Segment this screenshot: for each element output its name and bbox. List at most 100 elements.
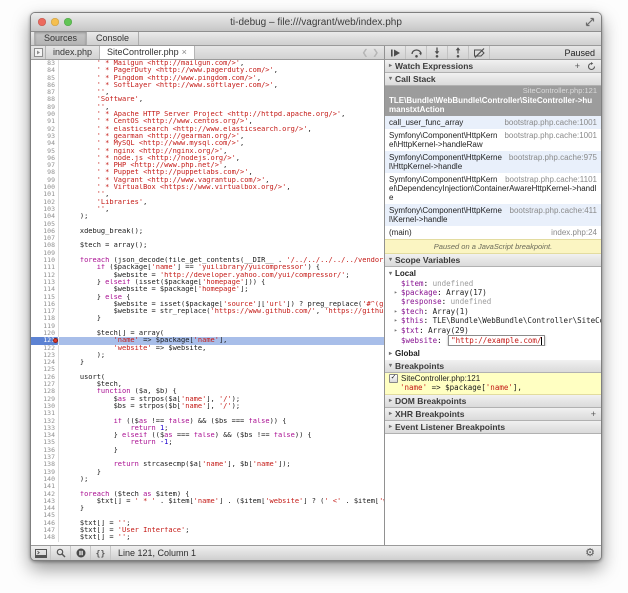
code-line-96: 96 ' * node.js <http://nodejs.org/>', [31, 155, 384, 162]
chevron-right-icon: ▸ [389, 395, 392, 407]
code-line-101: 101 '', [31, 191, 384, 198]
status-bar: {} Line 121, Column 1 ⚙ [31, 545, 601, 560]
code-line-144: 144 } [31, 505, 384, 512]
close-tab-icon[interactable]: × [182, 46, 187, 59]
breakpoints-list: ✓SiteController.php:121'name' => $packag… [385, 373, 601, 395]
scope-variables-list: ▾Local$item: undefined▸$package: Array(1… [385, 267, 601, 361]
frame-function: TLE\Bundle\WebBundle\Controller\SiteCont… [389, 96, 597, 114]
resume-icon[interactable] [385, 46, 406, 59]
code-line-88: 88 'Software', [31, 96, 384, 103]
section-call-stack[interactable]: ▾ Call Stack [385, 73, 601, 86]
call-stack-frame-selected[interactable]: SiteController.php:121 TLE\Bundle\WebBun… [385, 86, 601, 116]
step-into-icon[interactable] [427, 46, 448, 59]
scope-variable: $response: undefined [385, 297, 601, 306]
chevron-down-icon: ▾ [389, 254, 392, 266]
scope-group-local[interactable]: ▾Local [385, 268, 601, 279]
code-line-91: 91 ' * CentOS <http://www.centos.org/>', [31, 118, 384, 125]
navigator-toggle-icon[interactable] [31, 46, 46, 59]
scope-group-global[interactable]: ▸Global [385, 348, 601, 359]
code-line-98: 98 ' * Puppet <http://puppetlabs.com/>', [31, 169, 384, 176]
code-line-145: 145 [31, 512, 384, 519]
tab-console[interactable]: Console [87, 32, 139, 45]
code-line-129: 129 $as = strpos($a['name'], '/'); [31, 396, 384, 403]
title-bar[interactable]: ti-debug – file:///vagrant/web/index.php [31, 13, 601, 32]
code-line-142: 142 foreach ($tech as $item) { [31, 491, 384, 498]
pretty-print-icon[interactable]: {} [91, 546, 111, 560]
section-event-listener-breakpoints[interactable]: ▸ Event Listener Breakpoints [385, 421, 601, 434]
breakpoint-checkbox[interactable]: ✓ [389, 374, 398, 383]
code-line-124: 124 } [31, 359, 384, 366]
section-xhr-breakpoints[interactable]: ▸ XHR Breakpoints + [385, 408, 601, 421]
line-number[interactable]: 148 [31, 534, 59, 541]
scope-variable[interactable]: ▸$txt: Array(29) [385, 326, 601, 335]
line-number[interactable]: 121 [31, 337, 59, 344]
code-line-85: 85 ' * Pingdom <http://www.pingdom.com/>… [31, 75, 384, 82]
code-line-113: 113 } elseif (isset($package['homepage']… [31, 279, 384, 286]
chevron-right-icon: ▸ [389, 350, 392, 357]
file-tab-sitecontroller[interactable]: SiteController.php × [100, 46, 195, 59]
chevron-right-icon: ▸ [389, 421, 392, 433]
chevron-down-icon: ▾ [389, 360, 392, 372]
call-stack-frame[interactable]: bootstrap.php.cache:1001call_user_func_a… [385, 116, 601, 129]
step-out-icon[interactable] [448, 46, 469, 59]
minimize-icon[interactable] [51, 18, 59, 26]
tab-scroll-right-icon[interactable]: ❯ [372, 48, 379, 57]
code-line-112: 112 $website = 'http://developer.yahoo.c… [31, 272, 384, 279]
inspector-window: ti-debug – file:///vagrant/web/index.php… [30, 12, 602, 561]
breakpoint-entry[interactable]: ✓SiteController.php:121'name' => $packag… [385, 373, 601, 395]
search-icon[interactable] [51, 546, 71, 560]
call-stack-frame[interactable]: index.php:24(main) [385, 226, 601, 239]
add-watch-icon[interactable]: + [575, 60, 580, 72]
section-breakpoints[interactable]: ▾ Breakpoints [385, 360, 601, 373]
traffic-lights [31, 18, 72, 26]
code-line-99: 99 ' * Vagrant <http://www.vagrantup.com… [31, 177, 384, 184]
console-drawer-icon[interactable] [31, 546, 51, 560]
call-stack-frame[interactable]: bootstrap.php.cache:1001Symfony\Componen… [385, 129, 601, 151]
code-line-90: 90 ' * Apache HTTP Server Project <http:… [31, 111, 384, 118]
call-stack-frame[interactable]: bootstrap.php.cache:411Symfony\Component… [385, 204, 601, 226]
code-line-87: 87 '', [31, 89, 384, 96]
tab-scroll-left-icon[interactable]: ❮ [362, 48, 369, 57]
debugger-sidebar: ▸ Watch Expressions + ▾ Call Stack SiteC… [384, 60, 601, 545]
variable-value-editor[interactable]: "http://example.com/ [448, 335, 545, 346]
section-scope-variables[interactable]: ▾ Scope Variables [385, 254, 601, 267]
code-line-97: 97 ' * PHP <http://www.php.net/>', [31, 162, 384, 169]
code-line-128: 128 function ($a, $b) { [31, 388, 384, 395]
deactivate-breakpoints-icon[interactable] [469, 46, 490, 59]
section-watch-expressions[interactable]: ▸ Watch Expressions + [385, 60, 601, 73]
code-line-102: 102 'Libraries', [31, 199, 384, 206]
chevron-right-icon: ▸ [394, 326, 401, 335]
call-stack-frame[interactable]: bootstrap.php.cache:1101Symfony\Componen… [385, 173, 601, 204]
scope-variable: $item: undefined [385, 279, 601, 288]
code-line-117: 117 $website = str_replace('https://www.… [31, 308, 384, 315]
refresh-icon[interactable] [587, 62, 596, 71]
gear-icon[interactable]: ⚙ [585, 548, 601, 558]
step-over-icon[interactable] [406, 46, 427, 59]
code-line-109: 109 [31, 250, 384, 257]
zoom-icon[interactable] [64, 18, 72, 26]
code-line-92: 92 ' * elasticsearch <http://www.elastic… [31, 126, 384, 133]
chevron-down-icon: ▾ [389, 270, 392, 277]
tab-sources[interactable]: Sources [34, 32, 87, 45]
scope-variable[interactable]: ▸$tech: Array(1) [385, 307, 601, 316]
scope-variable[interactable]: ▸$this: TLE\Bundle\WebBundle\Controller\… [385, 316, 601, 325]
file-tab-indexphp[interactable]: index.php [46, 46, 100, 59]
fullscreen-icon[interactable] [585, 17, 595, 27]
file-tab-bar: index.php SiteController.php × ❮ ❯ [31, 46, 384, 60]
code-line-103: 103 '', [31, 206, 384, 213]
code-line-137: 137 [31, 454, 384, 461]
pause-on-exceptions-icon[interactable] [71, 546, 91, 560]
code-area: 83 ' * Mailgun <http://mailgun.com/>',84… [31, 60, 384, 542]
section-dom-breakpoints[interactable]: ▸ DOM Breakpoints [385, 395, 601, 408]
call-stack-list: bootstrap.php.cache:1001call_user_func_a… [385, 116, 601, 239]
chevron-right-icon: ▸ [389, 408, 392, 420]
code-editor[interactable]: 83 ' * Mailgun <http://mailgun.com/>',84… [31, 60, 384, 545]
code-line-100: 100 ' * VirtualBox <https://www.virtualb… [31, 184, 384, 191]
scope-variable[interactable]: ▸$package: Array(17) [385, 288, 601, 297]
close-icon[interactable] [38, 18, 46, 26]
panel-toolbar: Sources Console [31, 32, 601, 46]
call-stack-frame[interactable]: bootstrap.php.cache:975Symfony\Component… [385, 151, 601, 173]
code-line-119: 119 [31, 323, 384, 330]
code-line-127: 127 $tech, [31, 381, 384, 388]
add-xhr-breakpoint-icon[interactable]: + [591, 408, 596, 420]
